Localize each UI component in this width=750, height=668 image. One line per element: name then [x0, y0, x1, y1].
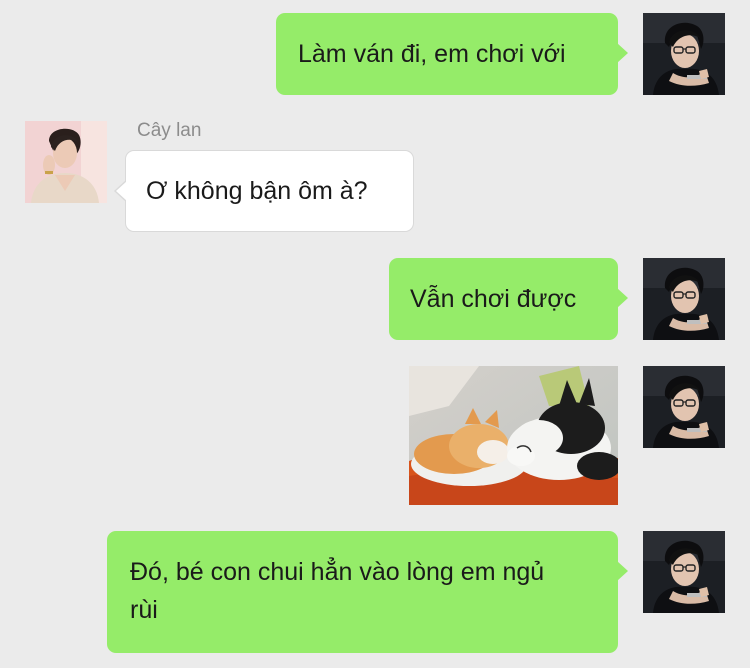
man-glasses-portrait-icon[interactable]: [643, 366, 725, 448]
message-bubble-sent[interactable]: Vẫn chơi được: [389, 258, 628, 340]
message-bubble-sent[interactable]: Đó, bé con chui hẳn vào lòng em ngủ rùi: [107, 531, 628, 653]
message-text: Làm ván đi, em chơi với: [298, 40, 566, 68]
sender-name: Cây lan: [137, 120, 202, 141]
message-bubble-received[interactable]: Ơ không bận ôm à?: [114, 150, 414, 232]
message-text: Vẫn chơi được: [410, 285, 577, 313]
chat-window: Làm ván đi, em chơi với Cây lan Ơ không …: [0, 0, 750, 668]
man-glasses-portrait-icon[interactable]: [643, 258, 725, 340]
message-text-line: rùi: [130, 596, 158, 624]
message-text: Ơ không bận ôm à?: [146, 177, 368, 205]
man-pink-background-portrait-icon[interactable]: [25, 121, 107, 203]
man-glasses-portrait-icon[interactable]: [643, 531, 725, 613]
message-text-line: Đó, bé con chui hẳn vào lòng em ngủ: [130, 558, 545, 586]
man-glasses-portrait-icon[interactable]: [643, 13, 725, 95]
cats-hugging-photo[interactable]: [409, 366, 618, 505]
message-bubble-sent[interactable]: Làm ván đi, em chơi với: [276, 13, 628, 95]
